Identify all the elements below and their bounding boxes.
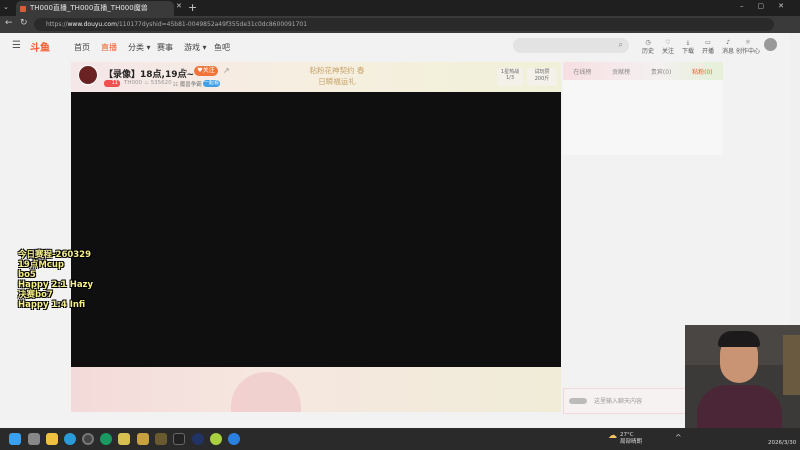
warcraft-icon[interactable] xyxy=(155,433,167,445)
close-tab-icon[interactable]: ✕ xyxy=(176,2,182,10)
tray-chevron-icon[interactable]: ^ xyxy=(675,433,682,442)
follow-button[interactable]: ♡ 关注 xyxy=(658,38,678,56)
task-view-icon[interactable] xyxy=(28,433,40,445)
browser-tab[interactable]: TH000直播_TH000直播_TH000魔兽 xyxy=(16,1,174,16)
gift-widget[interactable]: 试玩赞 200斤 xyxy=(527,68,557,86)
tab-fans[interactable]: 粘粉(0) xyxy=(692,67,713,76)
search-input[interactable]: ⌕ xyxy=(513,38,629,53)
tab-online-rank[interactable]: 在线榜 xyxy=(573,67,591,76)
download-button[interactable]: ⤓ 下载 xyxy=(678,38,698,56)
tab-title: TH000直播_TH000直播_TH000魔兽 xyxy=(30,4,148,12)
streamer-avatar[interactable] xyxy=(78,65,98,85)
history-button[interactable]: ◷ 历史 xyxy=(638,38,658,56)
douyu-logo[interactable]: 斗鱼 xyxy=(30,39,62,54)
new-tab-button[interactable]: + xyxy=(188,1,197,14)
tab-list-button[interactable]: ⌄ xyxy=(3,3,13,13)
heart-icon: ♡ xyxy=(665,39,671,46)
schedule-overlay: 今日赛程-260329 19点Mcup bo5 Happy 2:1 Hazy 决赛bo7… xyxy=(18,250,94,310)
edge-icon[interactable] xyxy=(64,433,76,445)
app-dark-icon[interactable] xyxy=(173,433,185,445)
clock-date[interactable]: 2026/3/30 xyxy=(768,440,796,446)
bottom-banner[interactable] xyxy=(71,367,561,412)
streamer-name[interactable]: TH000 xyxy=(124,80,142,86)
video-player[interactable] xyxy=(71,92,561,367)
favicon-icon xyxy=(20,6,26,12)
obs-icon[interactable] xyxy=(82,433,94,445)
download-icon: ⤓ xyxy=(686,39,690,46)
bulb-icon: ☼ xyxy=(745,39,751,46)
follow-room-button[interactable]: ♥关注 xyxy=(194,66,218,76)
browser-tab-bar: ⌄ TH000直播_TH000直播_TH000魔兽 ✕ + –▢✕ xyxy=(0,0,800,16)
game-icon[interactable] xyxy=(137,433,149,445)
app-yellow-icon[interactable] xyxy=(118,433,130,445)
nav-category[interactable]: 分类 ▾ xyxy=(128,42,151,53)
webcam-overlay xyxy=(685,325,800,428)
share-icon[interactable]: ↗ xyxy=(223,66,230,75)
category-link[interactable]: ☷ 魔兽争霸 xyxy=(173,80,202,88)
start-icon[interactable] xyxy=(9,433,21,445)
room-header: 【录像】18点,19点~ ↻ ♥关注 ↗ 11 TH000 ♨ 535620 ☷… xyxy=(71,62,561,92)
window-controls[interactable]: –▢✕ xyxy=(740,2,798,10)
nav-games[interactable]: 游戏 ▾ xyxy=(184,42,207,53)
reload-icon[interactable]: ↻ xyxy=(20,18,28,28)
nav-events[interactable]: 赛事 xyxy=(157,42,173,53)
promo-banner[interactable]: 粘粉花神契约 春日瞬福运礼 xyxy=(307,65,367,87)
tab-contribution-rank[interactable]: 贡献榜 xyxy=(612,67,630,76)
ranking-tabs: 在线榜 贡献榜 贵宾(0) 粘粉(0) xyxy=(563,62,723,80)
file-explorer-icon[interactable] xyxy=(46,433,58,445)
weather-widget[interactable]: ☁ 27°C 局部晴朗 xyxy=(608,432,642,446)
nav-home[interactable]: 首页 xyxy=(74,42,90,53)
app-blue-round-icon[interactable] xyxy=(192,433,204,445)
nav-fishbar[interactable]: 鱼吧 xyxy=(214,42,230,53)
emoji-button[interactable] xyxy=(569,398,587,404)
broadcast-button[interactable]: ▭ 开播 xyxy=(698,38,718,56)
app-play-icon[interactable] xyxy=(228,433,240,445)
tab-vip[interactable]: 贵宾(0) xyxy=(651,67,672,76)
back-icon[interactable]: ← xyxy=(5,18,13,28)
banner-character xyxy=(231,372,301,412)
creator-button[interactable]: ☼ 创作中心 xyxy=(735,38,761,56)
hot-count: ♨ 535620 xyxy=(144,80,172,86)
app-lime-icon[interactable] xyxy=(210,433,222,445)
camera-icon: ▭ xyxy=(705,39,711,46)
url-input[interactable]: https://www.douyu.com/110177dyshid=45b81… xyxy=(34,18,774,31)
watch-together-badge[interactable]: 一起看 xyxy=(203,80,220,87)
weather-icon: ☁ xyxy=(608,431,617,441)
app-green-icon[interactable] xyxy=(100,433,112,445)
rank-widget[interactable]: 1星热战 1/3 xyxy=(497,68,523,86)
chat-input[interactable]: 这里输入聊天内容 xyxy=(594,396,642,405)
refresh-icon[interactable]: ↻ xyxy=(181,67,188,76)
avatar[interactable] xyxy=(764,38,777,51)
nav-live[interactable]: 直播 xyxy=(101,42,117,53)
clock-icon: ◷ xyxy=(645,39,651,46)
menu-icon[interactable]: ☰ xyxy=(12,40,21,51)
level-badge: 11 xyxy=(104,80,120,87)
search-icon[interactable]: ⌕ xyxy=(619,40,623,50)
